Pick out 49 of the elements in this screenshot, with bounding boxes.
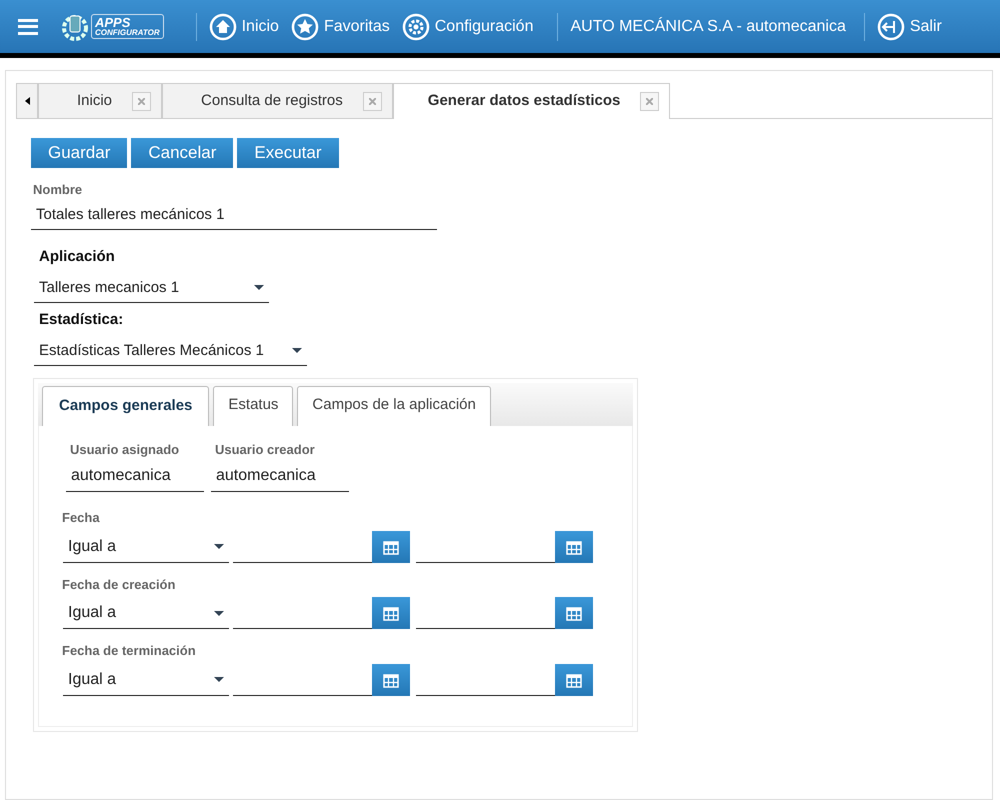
logo: APPS CONFIGURATOR [91,14,164,39]
field-label: Fecha de creación [62,576,176,594]
settings-icon [402,12,430,40]
tab[interactable]: Estatus [213,386,294,426]
operator-dropdown[interactable]: Igual a [63,598,229,629]
action-button[interactable]: Executar [237,138,339,168]
action-button[interactable]: Guardar [31,138,128,168]
name-field[interactable]: Totales talleres mecánicos 1 [31,200,437,230]
calendar-button[interactable] [372,664,410,696]
calendar-icon [383,672,399,688]
tab[interactable]: Consulta de registros [162,83,393,118]
statistic-dropdown[interactable]: Estadísticas Talleres Mecánicos 1 [34,336,307,366]
field-label: Fecha de terminación [62,642,197,660]
tab[interactable]: Campos generales [42,386,210,426]
field-label: Usuario creador [215,440,316,458]
application-dropdown[interactable]: Talleres mecanicos 1 [34,274,269,303]
calendar-icon [566,605,582,621]
menu-icon[interactable] [18,18,38,34]
field-label: Fecha [62,509,101,527]
field-label: Estadística: [39,310,124,330]
action-button[interactable]: Cancelar [131,138,234,168]
tab[interactable]: Generar datos estadísticos [392,83,670,119]
nav-link[interactable]: Favoritas [290,12,390,40]
calendar-button[interactable] [372,530,410,562]
field-label: Aplicación [39,247,116,267]
scroll-left-button[interactable] [16,83,38,118]
operator-dropdown[interactable]: Igual a [63,532,229,562]
home-icon [208,12,237,40]
calendar-icon [566,672,582,688]
user-field[interactable]: automecanica [66,461,204,492]
calendar-icon [566,538,582,554]
logout-icon [876,12,905,40]
left-arrow-icon [24,97,30,105]
calendar-icon [383,605,399,621]
nav-link[interactable]: Configuración [402,12,534,40]
tab[interactable]: Inicio [38,83,162,118]
operator-dropdown[interactable]: Igual a [63,664,229,696]
calendar-icon [383,538,399,554]
calendar-button[interactable] [555,597,593,629]
company-name: AUTO MECÁNICA S.A - automecanica [570,16,846,36]
tab[interactable]: Campos de la aplicación [297,386,491,426]
field-label: Usuario asignado [70,440,180,459]
logout-link[interactable]: Salir [876,12,942,40]
field-label: Nombre [33,181,84,199]
user-field[interactable]: automecanica [211,461,349,492]
calendar-button[interactable] [555,664,593,696]
calendar-button[interactable] [372,597,410,629]
nav-link[interactable]: Inicio [208,12,279,40]
calendar-button[interactable] [555,530,593,562]
